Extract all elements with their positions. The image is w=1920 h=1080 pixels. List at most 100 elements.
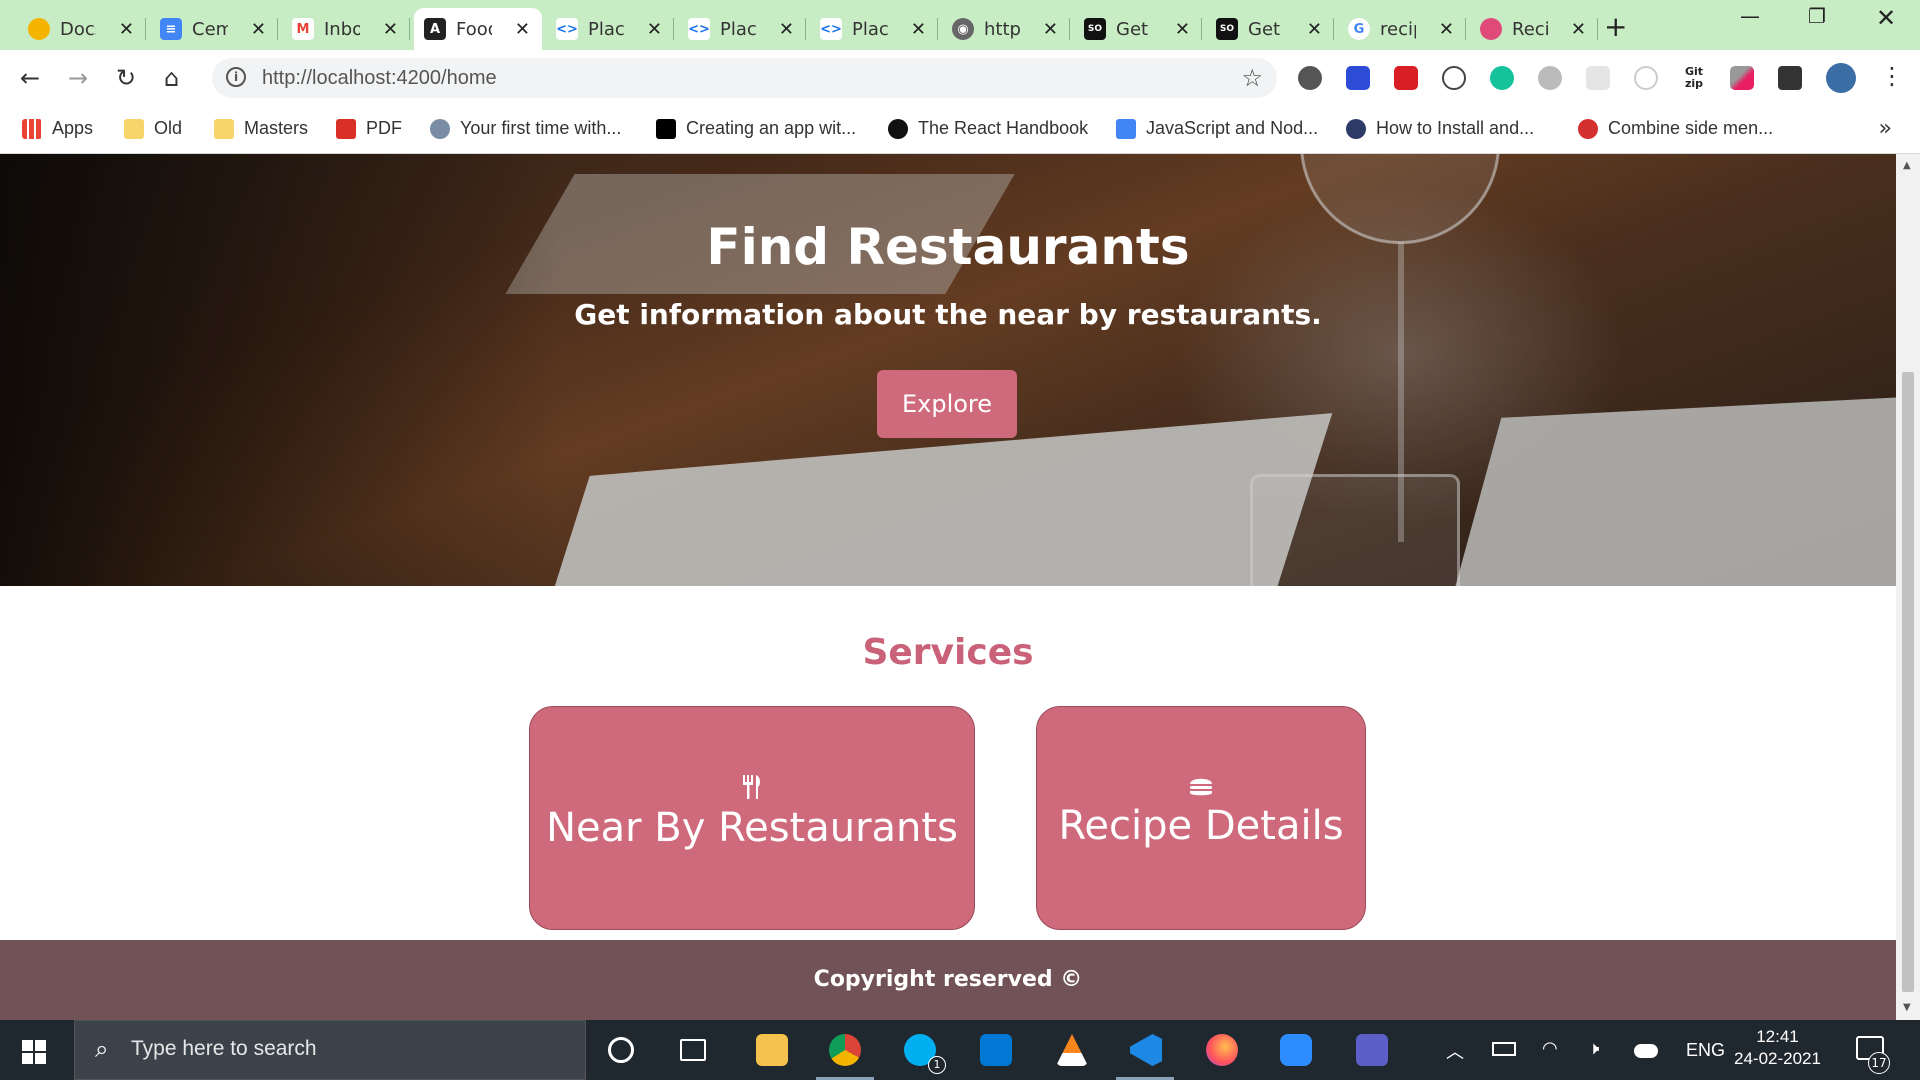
recipe-details-card[interactable]: Recipe Details [1036, 706, 1366, 930]
forward-icon[interactable]: → [68, 64, 88, 92]
zoom-icon[interactable] [1280, 1034, 1312, 1066]
scrollbar-thumb[interactable] [1902, 372, 1914, 992]
browser-tab[interactable]: ◉ http ✕ [942, 8, 1070, 50]
close-icon[interactable]: ✕ [1307, 19, 1322, 40]
bookmark-item[interactable]: JavaScript and Nod... [1116, 118, 1318, 139]
close-icon[interactable]: ✕ [251, 19, 266, 40]
new-tab-icon[interactable]: + [1604, 10, 1627, 43]
close-icon[interactable]: ✕ [647, 19, 662, 40]
browser-tab[interactable]: Reci ✕ [1470, 8, 1598, 50]
bookmark-label: Your first time with... [460, 118, 622, 138]
file-explorer-icon[interactable] [756, 1034, 788, 1066]
site-icon [1578, 118, 1598, 139]
angular-icon: A [424, 18, 446, 40]
address-url[interactable]: http://localhost:4200/home [262, 67, 497, 90]
browser-toolbar: ← → ↻ ⌂ i http://localhost:4200/home ☆ G… [0, 50, 1920, 106]
bookmark-label: JavaScript and Nod... [1146, 118, 1319, 138]
folder-icon [214, 118, 234, 139]
task-view-icon[interactable] [680, 1039, 706, 1061]
bookmark-item[interactable]: Creating an app wit... [656, 118, 856, 139]
services-heading: Services [862, 632, 1034, 673]
chrome-icon[interactable] [829, 1034, 861, 1066]
volume-muted-icon[interactable]: 🕨 [1588, 1038, 1599, 1059]
tab-label: Place [852, 18, 888, 40]
close-icon[interactable]: ✕ [383, 19, 398, 40]
close-icon[interactable]: ✕ [1043, 19, 1058, 40]
close-icon[interactable]: ✕ [515, 19, 530, 40]
browser-tab[interactable]: <> Place ✕ [678, 8, 806, 50]
battery-icon[interactable] [1492, 1042, 1516, 1056]
teams-icon[interactable] [1356, 1034, 1388, 1066]
browser-tab[interactable]: ≡ Cem ✕ [150, 8, 278, 50]
onedrive-icon[interactable] [1634, 1044, 1658, 1058]
scroll-up-icon[interactable]: ▲ [1903, 160, 1911, 171]
site-info-icon[interactable]: i [226, 67, 246, 87]
eyedropper-icon[interactable] [1730, 66, 1754, 90]
firefox-icon[interactable] [1206, 1034, 1238, 1066]
zotero-icon[interactable] [1346, 66, 1370, 90]
near-by-restaurants-card[interactable]: Near By Restaurants [529, 706, 975, 930]
close-icon[interactable]: ✕ [1439, 19, 1454, 40]
json-icon[interactable] [1442, 66, 1466, 90]
bookmark-folder[interactable]: Old [124, 118, 182, 139]
browser-tab[interactable]: <> Place ✕ [810, 8, 938, 50]
cortana-icon[interactable] [608, 1037, 634, 1063]
minimize-icon[interactable]: — [1740, 4, 1760, 28]
show-hidden-icons-icon[interactable]: ︿ [1446, 1038, 1464, 1064]
browser-tab-active[interactable]: A Food ✕ [414, 8, 542, 50]
taskbar-search[interactable]: ⌕ Type here to search [74, 1020, 586, 1080]
home-icon[interactable]: ⌂ [164, 64, 179, 92]
bookmark-item[interactable]: Combine side men... [1578, 118, 1773, 139]
wifi-icon[interactable]: ◠ [1542, 1038, 1558, 1059]
vscode-icon[interactable] [1130, 1034, 1162, 1066]
close-icon[interactable]: ✕ [1175, 19, 1190, 40]
extension-icon[interactable] [1538, 66, 1562, 90]
page-scrollbar[interactable]: ▲ ▼ [1896, 154, 1920, 1020]
restore-icon[interactable]: ❐ [1808, 4, 1826, 28]
bookmark-star-icon[interactable]: ☆ [1241, 64, 1263, 92]
extension-icon[interactable] [1586, 66, 1610, 90]
menu-icon[interactable]: ⋮ [1880, 62, 1904, 90]
language-indicator[interactable]: ENG [1686, 1040, 1725, 1061]
page-viewport: Find Restaurants Get information about t… [0, 154, 1896, 1020]
back-icon[interactable]: ← [20, 64, 40, 92]
close-icon[interactable]: ✕ [1571, 19, 1586, 40]
tab-strip: Docs ✕ ≡ Cem ✕ M Inbox ✕ A Food ✕ <> Pla… [0, 0, 1920, 50]
browser-tab[interactable]: <> Place ✕ [546, 8, 674, 50]
explore-button[interactable]: Explore [877, 370, 1017, 438]
site-icon [430, 118, 450, 139]
window-close-icon[interactable]: ✕ [1876, 4, 1896, 32]
system-clock[interactable]: 12:41 24-02-2021 [1734, 1026, 1821, 1070]
browser-tab[interactable]: G recip ✕ [1338, 8, 1466, 50]
close-icon[interactable]: ✕ [779, 19, 794, 40]
bookmark-item[interactable]: Your first time with... [430, 118, 621, 139]
address-bar[interactable]: i http://localhost:4200/home ☆ [212, 58, 1277, 98]
extension-circle-icon[interactable] [1298, 66, 1322, 90]
windows-start-icon[interactable] [22, 1040, 46, 1064]
reload-icon[interactable]: ↻ [116, 64, 136, 92]
vlc-icon[interactable] [1056, 1034, 1088, 1066]
bookmark-item[interactable]: PDF [336, 118, 402, 139]
browser-tab[interactable]: M Inbox ✕ [282, 8, 410, 50]
extension-icon[interactable] [1634, 66, 1658, 90]
bookmark-item[interactable]: The React Handbook [888, 118, 1088, 139]
browser-tab[interactable]: SO Get ✕ [1206, 8, 1334, 50]
more-bookmarks-icon[interactable]: » [1879, 116, 1892, 141]
bookmark-item[interactable]: How to Install and... [1346, 118, 1534, 139]
hamburger-icon [1190, 778, 1212, 796]
close-icon[interactable]: ✕ [911, 19, 926, 40]
tab-label: Docs [60, 18, 96, 40]
bookmark-apps[interactable]: Apps [22, 118, 93, 139]
profile-avatar-icon[interactable] [1826, 63, 1856, 93]
browser-tab[interactable]: SO Get ✕ [1074, 8, 1202, 50]
outlook-icon[interactable] [980, 1034, 1012, 1066]
browser-tab[interactable]: Docs ✕ [18, 8, 146, 50]
gitzip-icon[interactable]: Git zip [1682, 66, 1706, 90]
close-icon[interactable]: ✕ [119, 19, 134, 40]
grammarly-icon[interactable] [1490, 66, 1514, 90]
bookmark-folder[interactable]: Masters [214, 118, 308, 139]
bookmark-label: Apps [52, 118, 94, 138]
puzzle-icon[interactable] [1778, 66, 1802, 90]
acrobat-icon[interactable] [1394, 66, 1418, 90]
scroll-down-icon[interactable]: ▼ [1903, 1002, 1911, 1013]
